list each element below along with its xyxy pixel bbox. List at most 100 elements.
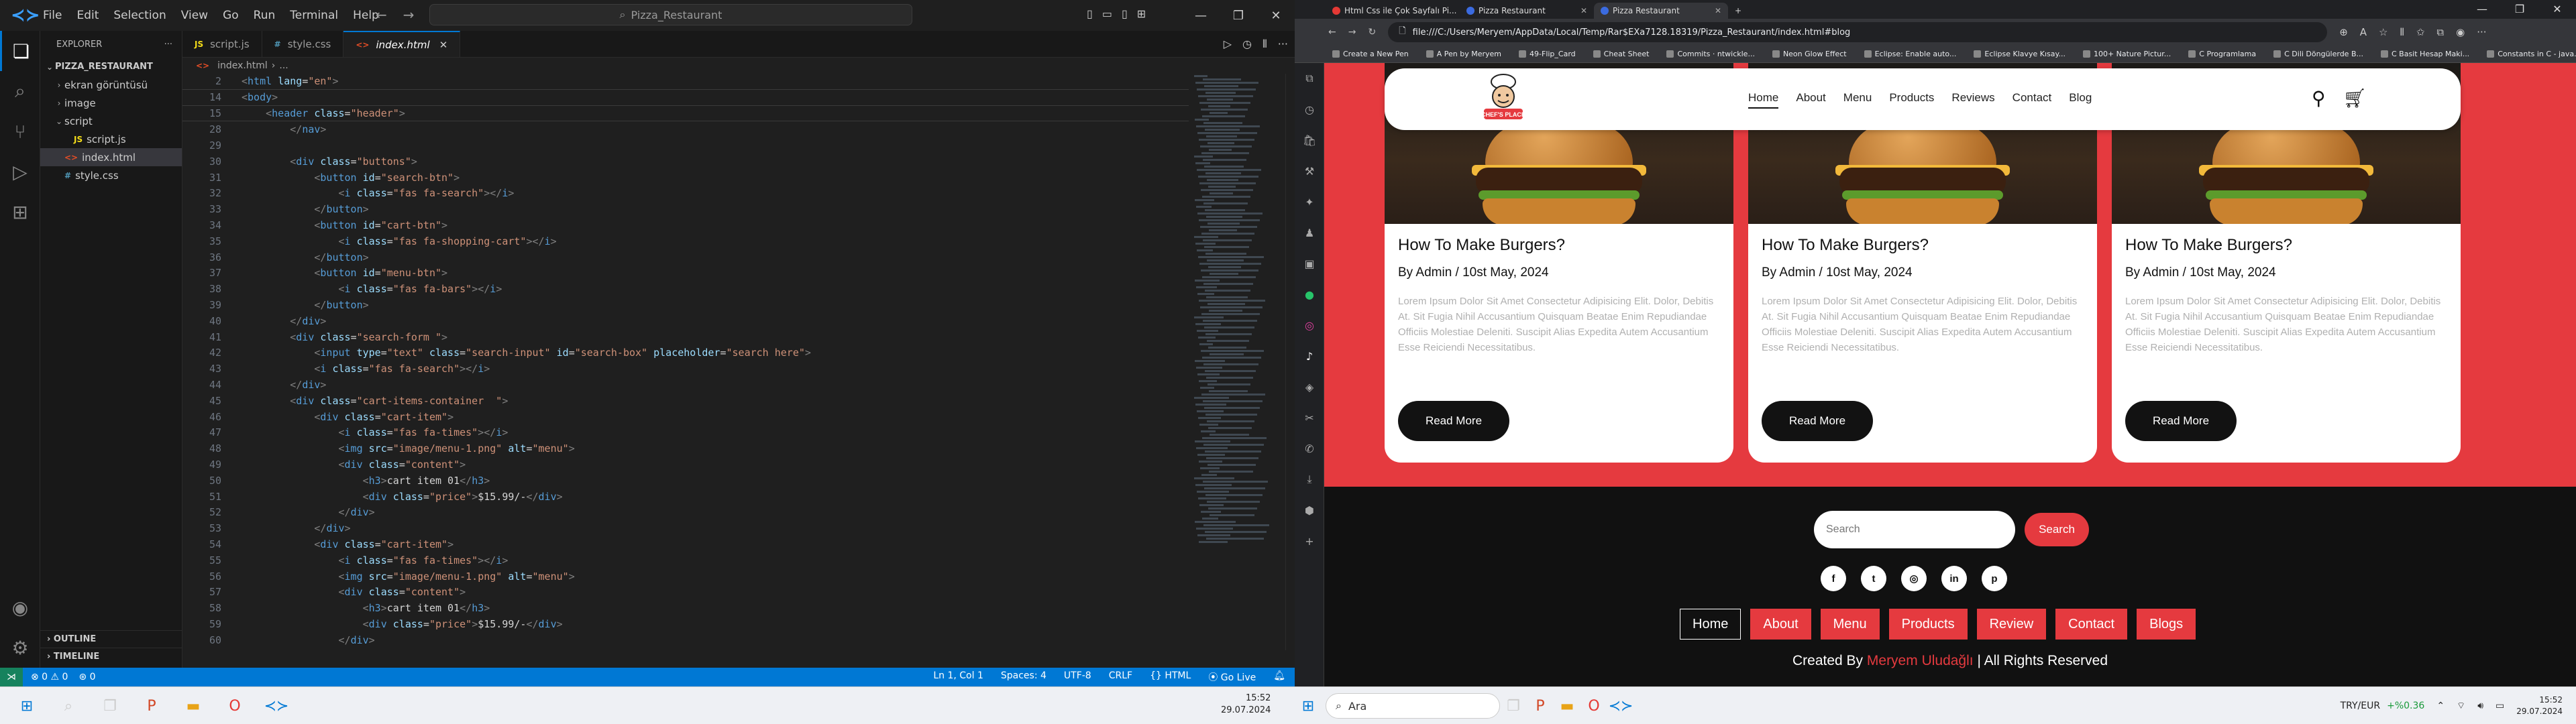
more-actions-icon[interactable]: ···: [164, 40, 172, 50]
bookmark-item[interactable]: Eclipse Klavye Kısay...: [1974, 50, 2065, 58]
search-icon[interactable]: ⌕: [55, 692, 82, 719]
add-sidebar-icon[interactable]: +: [1295, 526, 1324, 556]
bookmark-item[interactable]: Create a New Pen: [1332, 50, 1409, 58]
profile-avatar[interactable]: ◉: [2456, 26, 2465, 38]
close-icon[interactable]: ✕: [2538, 0, 2576, 19]
code-line[interactable]: 39 </button>: [182, 297, 1189, 313]
minimize-icon[interactable]: —: [1182, 9, 1220, 23]
chevron-up-icon[interactable]: ⌃: [2436, 701, 2445, 711]
spotify-icon[interactable]: ●: [1295, 279, 1324, 310]
read-aloud-icon[interactable]: A: [2360, 26, 2367, 38]
code-line[interactable]: 57 <div class="content">: [182, 585, 1189, 601]
browser-tab[interactable]: Pizza Restaurant ✕: [1594, 3, 1728, 19]
code-line[interactable]: 46 <div class="cart-item">: [182, 409, 1189, 425]
battery-icon[interactable]: ▭: [2496, 701, 2504, 711]
bookmark-item[interactable]: 100+ Nature Pictur...: [2082, 50, 2171, 58]
copilot-icon[interactable]: ✦: [1295, 186, 1324, 217]
task-view-icon[interactable]: ❐: [1500, 692, 1527, 719]
minimize-icon[interactable]: —: [2463, 0, 2501, 19]
code-line[interactable]: 15 <header class="header">: [182, 105, 1189, 122]
tab-actions-icon[interactable]: ⧉: [1295, 63, 1324, 94]
facebook-icon[interactable]: f: [1821, 566, 1846, 591]
url-field[interactable]: 🗋︎ file:///C:/Users/Meryem/AppData/Local…: [1388, 22, 2328, 42]
new-tab-button[interactable]: +: [1728, 3, 1748, 19]
code-line[interactable]: 56 <img src="image/menu-1.png" alt="menu…: [182, 568, 1189, 585]
currency-widget[interactable]: TRY/EUR +%0.36: [2341, 701, 2425, 711]
customize-layout-icon[interactable]: ⊞: [1137, 7, 1146, 20]
code-line[interactable]: 51 <div class="price">$15.99/-</div>: [182, 489, 1189, 505]
code-line[interactable]: 60 </div>: [182, 632, 1189, 648]
windows-start-icon[interactable]: ⊞: [13, 692, 40, 719]
split-editor-icon[interactable]: ⫴: [1263, 38, 1267, 51]
code-line[interactable]: 54 <div class="cart-item">: [182, 536, 1189, 552]
tab-script-js[interactable]: JS script.js: [182, 31, 262, 57]
timeline-icon[interactable]: ◷: [1242, 38, 1252, 51]
bookmark-item[interactable]: A Pen by Meryem: [1426, 50, 1501, 58]
more-menu-icon[interactable]: ···: [2477, 26, 2486, 38]
bookmark-item[interactable]: Eclipse: Enable auto...: [1864, 50, 1956, 58]
footer-link-menu[interactable]: Menu: [1820, 609, 1880, 640]
shopping-icon[interactable]: 🛍︎: [1295, 125, 1324, 156]
network-icon[interactable]: ⌔: [2457, 700, 2465, 712]
menu-item-file[interactable]: File: [43, 9, 62, 22]
nav-link-contact[interactable]: Contact: [2012, 91, 2052, 109]
read-more-button[interactable]: Read More: [1398, 401, 1509, 441]
nav-link-menu[interactable]: Menu: [1843, 91, 1872, 109]
windows-start-icon[interactable]: ⊞: [1295, 692, 1322, 719]
code-line[interactable]: 38 <i class="fas fa-bars"></i>: [182, 281, 1189, 297]
code-line[interactable]: 40 </div>: [182, 313, 1189, 329]
run-icon[interactable]: ▷: [1224, 38, 1232, 51]
code-line[interactable]: 28 </nav>: [182, 121, 1189, 137]
code-line[interactable]: 42 <input type="text" class="search-inpu…: [182, 345, 1189, 361]
explorer-icon[interactable]: ❏: [0, 31, 40, 71]
whatsapp-icon[interactable]: ✆: [1295, 433, 1324, 464]
collections-icon[interactable]: ⧉: [2436, 26, 2444, 38]
code-line[interactable]: 45 <div class="cart-items-container ">: [182, 393, 1189, 409]
project-root[interactable]: ⌄ PIZZA_RESTAURANT: [40, 58, 182, 76]
footer-link-blogs[interactable]: Blogs: [2137, 609, 2196, 640]
close-icon[interactable]: ✕: [1257, 9, 1295, 23]
zoom-icon[interactable]: ⊕: [2339, 26, 2348, 38]
command-center[interactable]: ⌕ Pizza_Restaurant: [429, 4, 912, 25]
problems-status[interactable]: ⊗ 0 ⚠ 0: [31, 672, 68, 682]
code-line[interactable]: 35 <i class="fas fa-shopping-cart"></i>: [182, 233, 1189, 249]
bookmark-item[interactable]: Constants in C - java...: [2487, 50, 2576, 58]
code-line[interactable]: 37 <button id="menu-btn">: [182, 265, 1189, 282]
drop-icon[interactable]: ⬢: [1295, 495, 1324, 526]
nav-link-reviews[interactable]: Reviews: [1951, 91, 1994, 109]
code-line[interactable]: 44 </div>: [182, 377, 1189, 393]
opera-icon[interactable]: O: [1580, 692, 1607, 719]
timeline-section[interactable]: › TIMELINE: [40, 648, 182, 665]
favorites-icon[interactable]: ✩: [2416, 26, 2425, 38]
code-line[interactable]: 59 <div class="price">$15.99/-</div>: [182, 616, 1189, 632]
settings-gear-icon[interactable]: ⚙: [0, 627, 40, 668]
close-icon[interactable]: ✕: [1580, 6, 1587, 15]
minimap[interactable]: [1194, 74, 1269, 650]
code-line[interactable]: 30 <div class="buttons">: [182, 154, 1189, 170]
code-line[interactable]: 53 </div>: [182, 520, 1189, 536]
vpn-icon[interactable]: ◈: [1295, 371, 1324, 402]
nav-link-home[interactable]: Home: [1748, 91, 1779, 109]
taskbar-clock-left[interactable]: 15:52 29.07.2024: [1221, 692, 1271, 717]
extensions-icon[interactable]: ⊞: [0, 192, 40, 232]
encoding[interactable]: UTF-8: [1064, 670, 1091, 684]
screenshot-icon[interactable]: ✂: [1295, 402, 1324, 433]
search-icon[interactable]: ⌕: [0, 71, 40, 111]
indentation[interactable]: Spaces: 4: [1001, 670, 1046, 684]
more-actions-icon[interactable]: ···: [1278, 38, 1288, 51]
footer-link-review[interactable]: Review: [1976, 609, 2047, 640]
account-icon[interactable]: ◉: [0, 587, 40, 627]
editor-scrollbar[interactable]: [1285, 74, 1295, 650]
read-more-button[interactable]: Read More: [1762, 401, 1873, 441]
office-icon[interactable]: ▣: [1295, 248, 1324, 279]
shopping-cart-icon[interactable]: 🛒︎: [2343, 87, 2367, 109]
code-line[interactable]: 55 <i class="fas fa-times"></i>: [182, 552, 1189, 568]
nav-link-blog[interactable]: Blog: [2069, 91, 2092, 109]
reload-icon[interactable]: ↻: [1368, 27, 1376, 38]
credit-author[interactable]: Meryem Uludağlı: [1867, 653, 1974, 668]
bookmark-item[interactable]: C Programlama: [2188, 50, 2256, 58]
code-line[interactable]: 50 <h3>cart item 01</h3>: [182, 473, 1189, 489]
code-line[interactable]: 36 </button>: [182, 249, 1189, 265]
restore-icon[interactable]: ❐: [2501, 0, 2538, 19]
code-line[interactable]: 49 <div class="content">: [182, 457, 1189, 473]
